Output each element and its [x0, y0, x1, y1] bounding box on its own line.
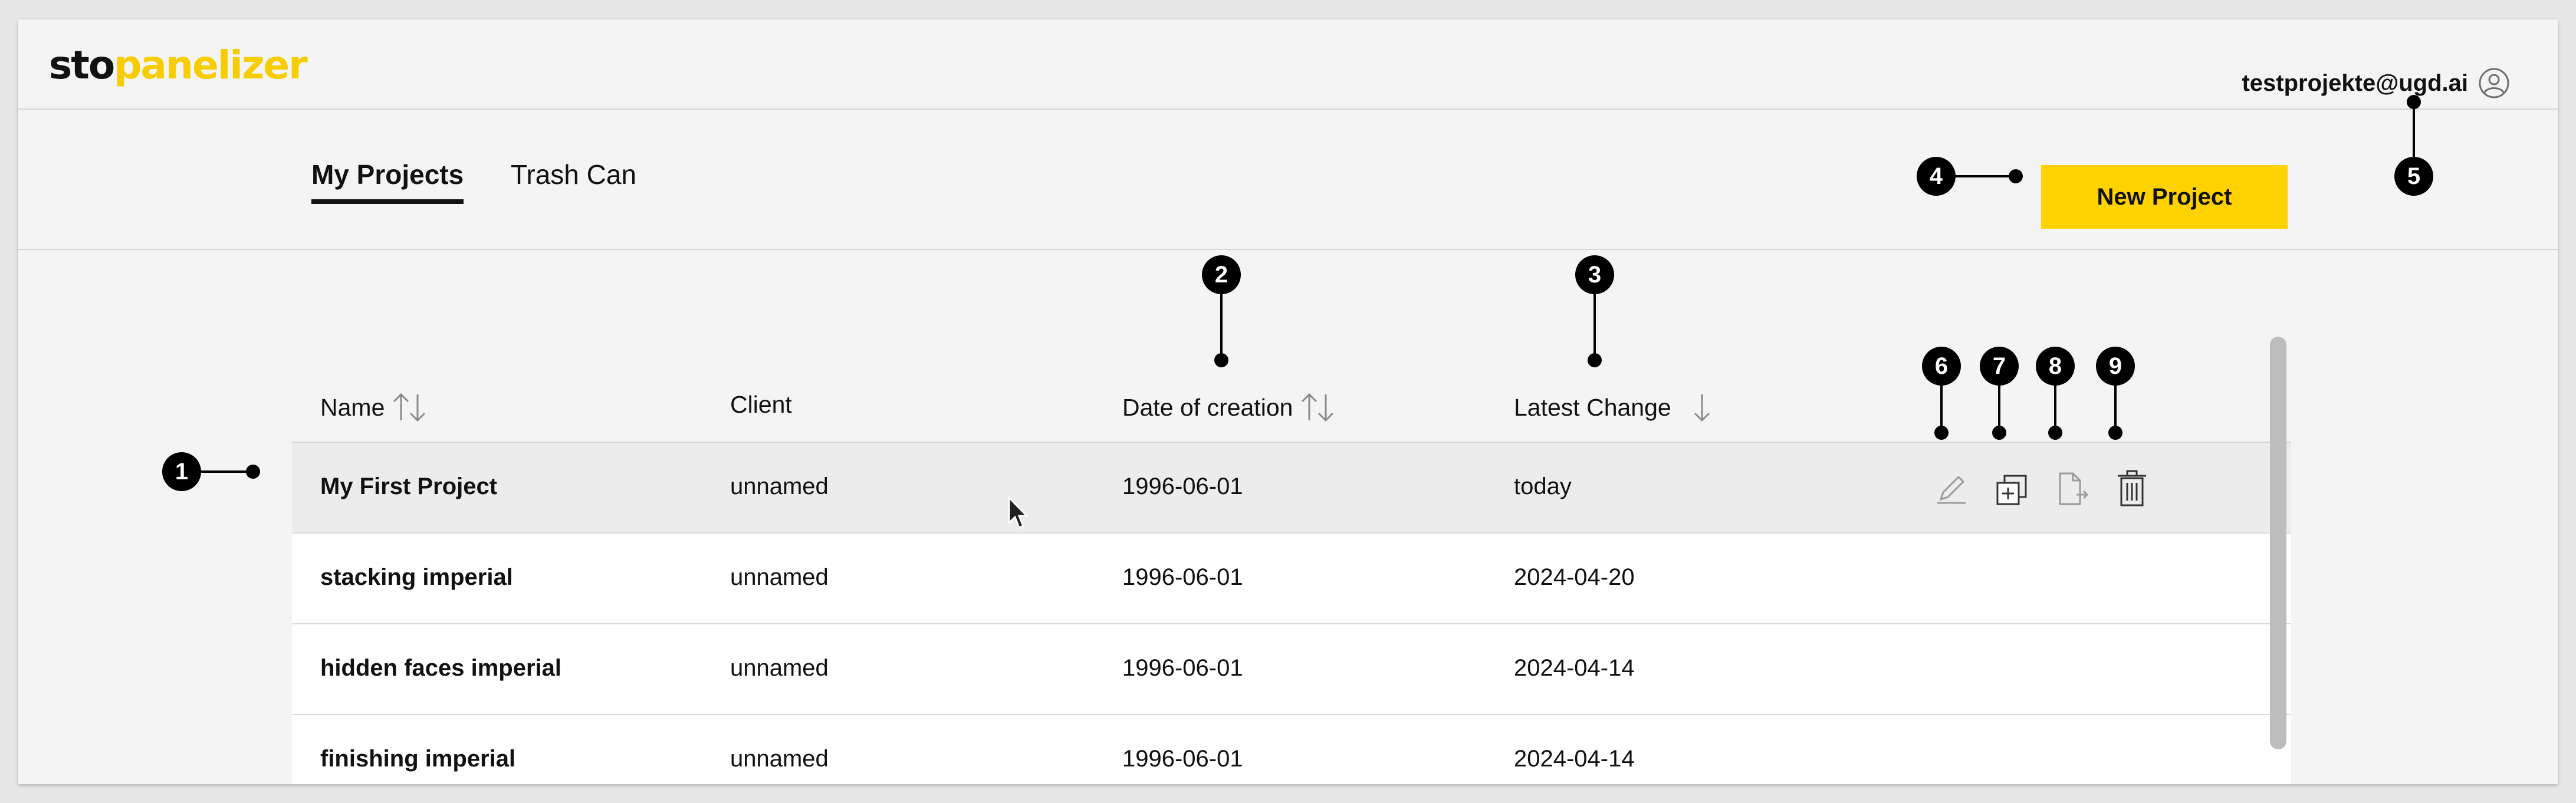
annotation-badge: 9 [2096, 347, 2135, 386]
column-header-label: Date of creation [1122, 393, 1293, 421]
annotation-dot [2009, 169, 2023, 183]
column-header-name[interactable]: Name [320, 391, 428, 424]
table-row[interactable]: finishing imperial unnamed 1996-06-01 20… [292, 715, 2291, 784]
column-header-date-of-creation[interactable]: Date of creation [1122, 391, 1336, 424]
project-name[interactable]: stacking imperial [320, 564, 513, 591]
user-circle-icon[interactable] [2478, 67, 2511, 100]
annotation-dot [1588, 353, 1602, 367]
annotation-dot [1934, 426, 1949, 440]
logo-text-sto: sto [49, 42, 115, 88]
app-window: sto panelizer testprojekte@ugd.ai My Pro… [18, 19, 2558, 784]
annotation-line [2413, 103, 2415, 162]
projects-table: Name Client Date of creation Latest Chan… [292, 353, 2291, 784]
project-latest-change: 2024-04-14 [1514, 746, 1635, 772]
annotation-line [2114, 386, 2117, 432]
project-latest-change: 2024-04-14 [1514, 655, 1635, 681]
sort-both-icon[interactable] [1299, 391, 1336, 424]
annotation-badge: 3 [1575, 255, 1614, 294]
project-client: unnamed [730, 655, 829, 681]
column-header-latest-change[interactable]: Latest Change [1514, 391, 1721, 424]
annotation-badge: 6 [1922, 347, 1961, 386]
tab-my-projects[interactable]: My Projects [311, 157, 464, 204]
table-row[interactable]: hidden faces imperial unnamed 1996-06-01… [292, 624, 2291, 715]
project-name[interactable]: hidden faces imperial [320, 655, 561, 682]
user-menu[interactable]: testprojekte@ugd.ai [2242, 60, 2511, 107]
project-client: unnamed [730, 473, 829, 499]
annotation-line [2054, 386, 2056, 432]
annotation-dot [2048, 426, 2062, 440]
column-header-label: Client [730, 391, 792, 418]
annotation-badge: 4 [1917, 157, 1956, 196]
tab-bar: My Projects Trash Can New Project [18, 110, 2558, 250]
user-email: testprojekte@ugd.ai [2242, 70, 2468, 96]
sto-panelizer-logo[interactable]: sto panelizer [49, 42, 308, 89]
column-header-label: Name [320, 393, 385, 421]
project-latest-change: today [1514, 473, 1572, 499]
logo-text-panelizer: panelizer [114, 42, 308, 88]
annotation-badge: 2 [1202, 255, 1241, 294]
row-actions [1933, 465, 2173, 512]
project-client: unnamed [730, 746, 829, 772]
edit-pencil-icon[interactable] [1933, 465, 1970, 512]
mouse-cursor-icon [1008, 496, 1029, 529]
annotation-badge: 8 [2036, 347, 2075, 386]
project-created-date: 1996-06-01 [1122, 564, 1243, 590]
project-name[interactable]: My First Project [320, 473, 497, 500]
sort-both-icon[interactable] [390, 391, 428, 424]
table-row[interactable]: My First Project unnamed 1996-06-01 toda… [292, 443, 2291, 534]
project-latest-change: 2024-04-20 [1514, 564, 1635, 590]
annotation-badge: 1 [162, 452, 201, 491]
table-scrollbar[interactable] [2270, 337, 2286, 749]
annotation-dot [2108, 426, 2122, 440]
export-file-icon[interactable] [2053, 465, 2091, 512]
annotation-dot [1214, 353, 1228, 367]
sort-descending-icon[interactable] [1683, 391, 1721, 424]
new-project-button[interactable]: New Project [2041, 165, 2288, 229]
project-created-date: 1996-06-01 [1122, 655, 1243, 681]
column-header-label: Latest Change [1514, 393, 1671, 421]
top-bar: sto panelizer testprojekte@ugd.ai [18, 19, 2558, 110]
column-header-client: Client [730, 391, 792, 419]
project-name[interactable]: finishing imperial [320, 746, 515, 772]
project-created-date: 1996-06-01 [1122, 746, 1243, 772]
project-created-date: 1996-06-01 [1122, 473, 1243, 499]
annotation-dot [246, 465, 260, 479]
table-row[interactable]: stacking imperial unnamed 1996-06-01 202… [292, 534, 2291, 624]
annotation-badge: 7 [1980, 347, 2019, 386]
annotation-badge: 5 [2394, 157, 2433, 196]
annotation-dot [2407, 95, 2421, 109]
trash-icon[interactable] [2113, 465, 2151, 512]
annotation-dot [1992, 426, 2006, 440]
duplicate-icon[interactable] [1993, 465, 2030, 512]
tab-trash-can[interactable]: Trash Can [511, 157, 636, 199]
annotation-line [1998, 386, 2000, 432]
project-client: unnamed [730, 564, 829, 590]
annotation-line [1940, 386, 1943, 432]
